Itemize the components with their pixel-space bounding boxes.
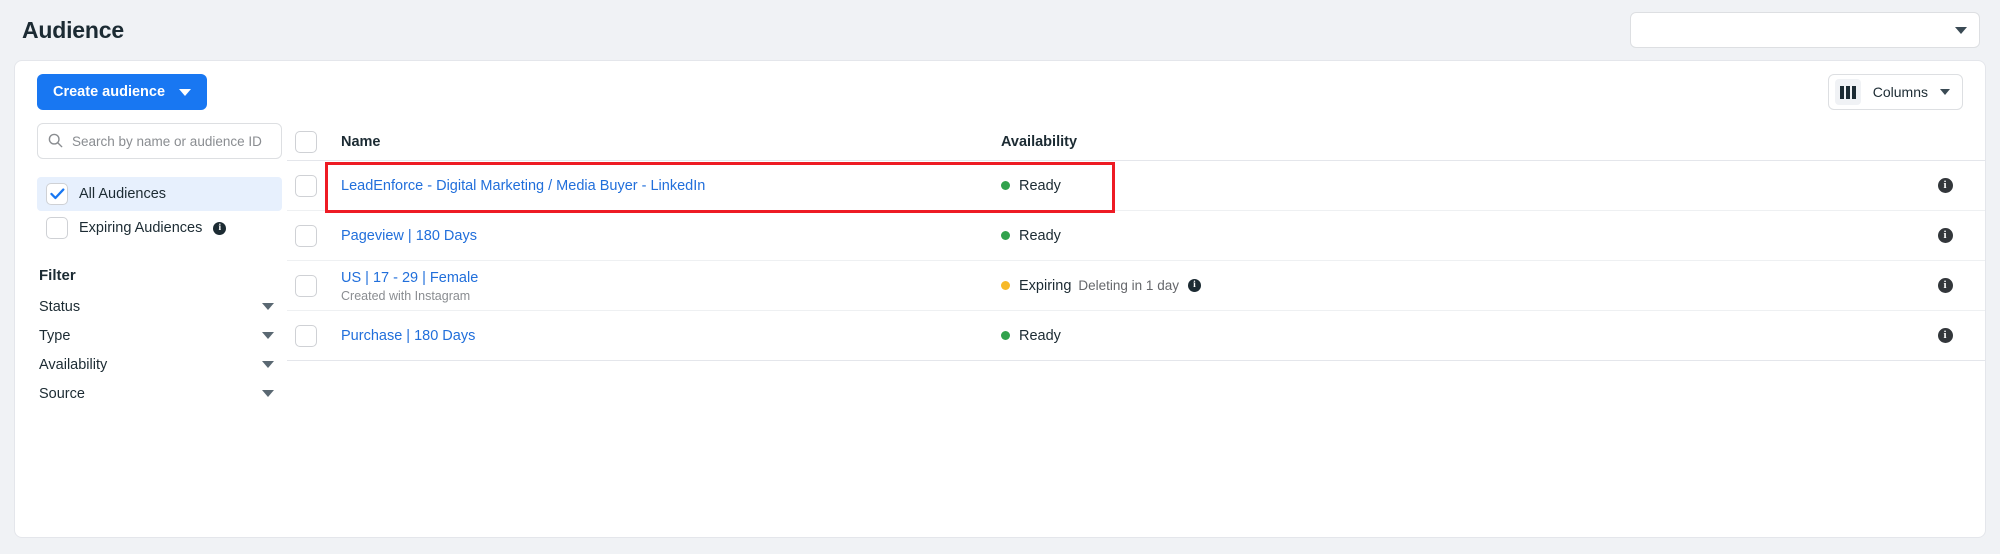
column-header-availability[interactable]: Availability xyxy=(1001,134,1905,150)
filters-sidebar: All Audiences Expiring Audiences i Filte… xyxy=(15,123,287,408)
row-availability-cell: Ready xyxy=(1001,228,1905,244)
availability-detail: Deleting in 1 day xyxy=(1078,278,1179,293)
all-audiences-checkbox[interactable] xyxy=(46,183,68,205)
table-row[interactable]: Pageview | 180 Days Ready i xyxy=(287,211,1985,261)
filter-label: Type xyxy=(39,327,71,344)
row-info-cell: i xyxy=(1905,278,1985,293)
info-icon[interactable]: i xyxy=(213,221,227,235)
select-all-cell xyxy=(295,130,341,153)
row-select-cell xyxy=(295,274,341,297)
table-row[interactable]: LeadEnforce - Digital Marketing / Media … xyxy=(287,161,1985,211)
audience-name-subtitle: Created with Instagram xyxy=(341,288,471,303)
row-select-cell xyxy=(295,324,341,347)
sidebar-item-all-audiences[interactable]: All Audiences xyxy=(37,177,282,211)
chevron-down-icon xyxy=(262,390,274,397)
account-selector[interactable] xyxy=(1630,12,1980,48)
audience-name-link[interactable]: Pageview | 180 Days xyxy=(341,228,477,244)
audience-panel: Create audience Columns Search by name o… xyxy=(14,60,1986,538)
row-name-cell: LeadEnforce - Digital Marketing / Media … xyxy=(341,177,1001,195)
search-input[interactable] xyxy=(37,123,282,159)
filter-type[interactable]: Type xyxy=(37,321,282,350)
table-header-row: Name Availability xyxy=(287,123,1985,161)
availability-status: Ready xyxy=(1019,327,1061,344)
filter-label: Status xyxy=(39,298,81,315)
sidebar-item-expiring-audiences[interactable]: Expiring Audiences i xyxy=(37,211,282,245)
chevron-down-icon xyxy=(262,332,274,339)
filter-status[interactable]: Status xyxy=(37,292,282,321)
info-icon[interactable]: i xyxy=(1937,278,1953,293)
row-name-cell: US | 17 - 29 | Female Created with Insta… xyxy=(341,269,1001,303)
info-icon[interactable]: i xyxy=(1937,178,1953,193)
columns-icon xyxy=(1834,79,1861,105)
filter-label: Availability xyxy=(39,356,108,373)
chevron-down-icon xyxy=(179,88,192,96)
table-row[interactable]: US | 17 - 29 | Female Created with Insta… xyxy=(287,261,1985,311)
create-audience-label: Create audience xyxy=(53,84,166,100)
columns-button[interactable]: Columns xyxy=(1827,74,1963,110)
row-availability-cell: Expiring Deleting in 1 day i xyxy=(1001,278,1905,294)
info-icon[interactable]: i xyxy=(1937,228,1953,243)
chevron-down-icon xyxy=(262,361,274,368)
row-checkbox[interactable] xyxy=(295,274,317,297)
columns-label: Columns xyxy=(1872,84,1928,100)
card-toolbar: Create audience Columns xyxy=(15,61,1985,123)
expiring-audiences-checkbox[interactable] xyxy=(46,217,68,239)
create-audience-button[interactable]: Create audience xyxy=(37,74,208,110)
audience-name-link[interactable]: Purchase | 180 Days xyxy=(341,328,475,344)
sidebar-item-label: Expiring Audiences xyxy=(79,220,203,236)
filter-source[interactable]: Source xyxy=(37,379,282,408)
row-availability-cell: Ready xyxy=(1001,178,1905,194)
row-checkbox[interactable] xyxy=(295,174,317,197)
column-header-name[interactable]: Name xyxy=(341,134,1001,150)
audience-table: Name Availability LeadEnforce - Digital … xyxy=(287,123,1985,408)
availability-status: Expiring xyxy=(1019,277,1072,294)
row-info-cell: i xyxy=(1905,228,1985,243)
info-icon[interactable]: i xyxy=(1187,279,1201,292)
status-dot-ready xyxy=(1001,331,1010,340)
filter-availability[interactable]: Availability xyxy=(37,350,282,379)
audience-name-link[interactable]: US | 17 - 29 | Female xyxy=(341,270,478,286)
row-checkbox[interactable] xyxy=(295,224,317,247)
row-availability-cell: Ready xyxy=(1001,328,1905,344)
chevron-down-icon xyxy=(262,303,274,310)
row-name-cell: Pageview | 180 Days xyxy=(341,227,1001,245)
status-dot-ready xyxy=(1001,231,1010,240)
audience-name-link[interactable]: LeadEnforce - Digital Marketing / Media … xyxy=(341,178,705,194)
check-icon xyxy=(49,188,64,200)
chevron-down-icon xyxy=(1940,89,1950,95)
row-select-cell xyxy=(295,174,341,197)
page-header: Audience xyxy=(0,0,2000,60)
sidebar-item-label: All Audiences xyxy=(79,186,167,202)
card-body: All Audiences Expiring Audiences i Filte… xyxy=(15,123,1985,408)
page-title: Audience xyxy=(22,16,124,43)
status-dot-expiring xyxy=(1001,281,1010,290)
search-field-wrapper xyxy=(37,123,282,159)
availability-status: Ready xyxy=(1019,177,1061,194)
select-all-checkbox[interactable] xyxy=(295,130,317,153)
row-info-cell: i xyxy=(1905,178,1985,193)
info-icon[interactable]: i xyxy=(1937,328,1953,343)
filter-section-title: Filter xyxy=(39,267,76,284)
table-row[interactable]: Purchase | 180 Days Ready i xyxy=(287,311,1985,361)
status-dot-ready xyxy=(1001,181,1010,190)
row-checkbox[interactable] xyxy=(295,324,317,347)
row-name-cell: Purchase | 180 Days xyxy=(341,327,1001,345)
row-select-cell xyxy=(295,224,341,247)
filter-label: Source xyxy=(39,385,85,402)
chevron-down-icon xyxy=(1955,26,1967,34)
availability-status: Ready xyxy=(1019,227,1061,244)
row-info-cell: i xyxy=(1905,328,1985,343)
